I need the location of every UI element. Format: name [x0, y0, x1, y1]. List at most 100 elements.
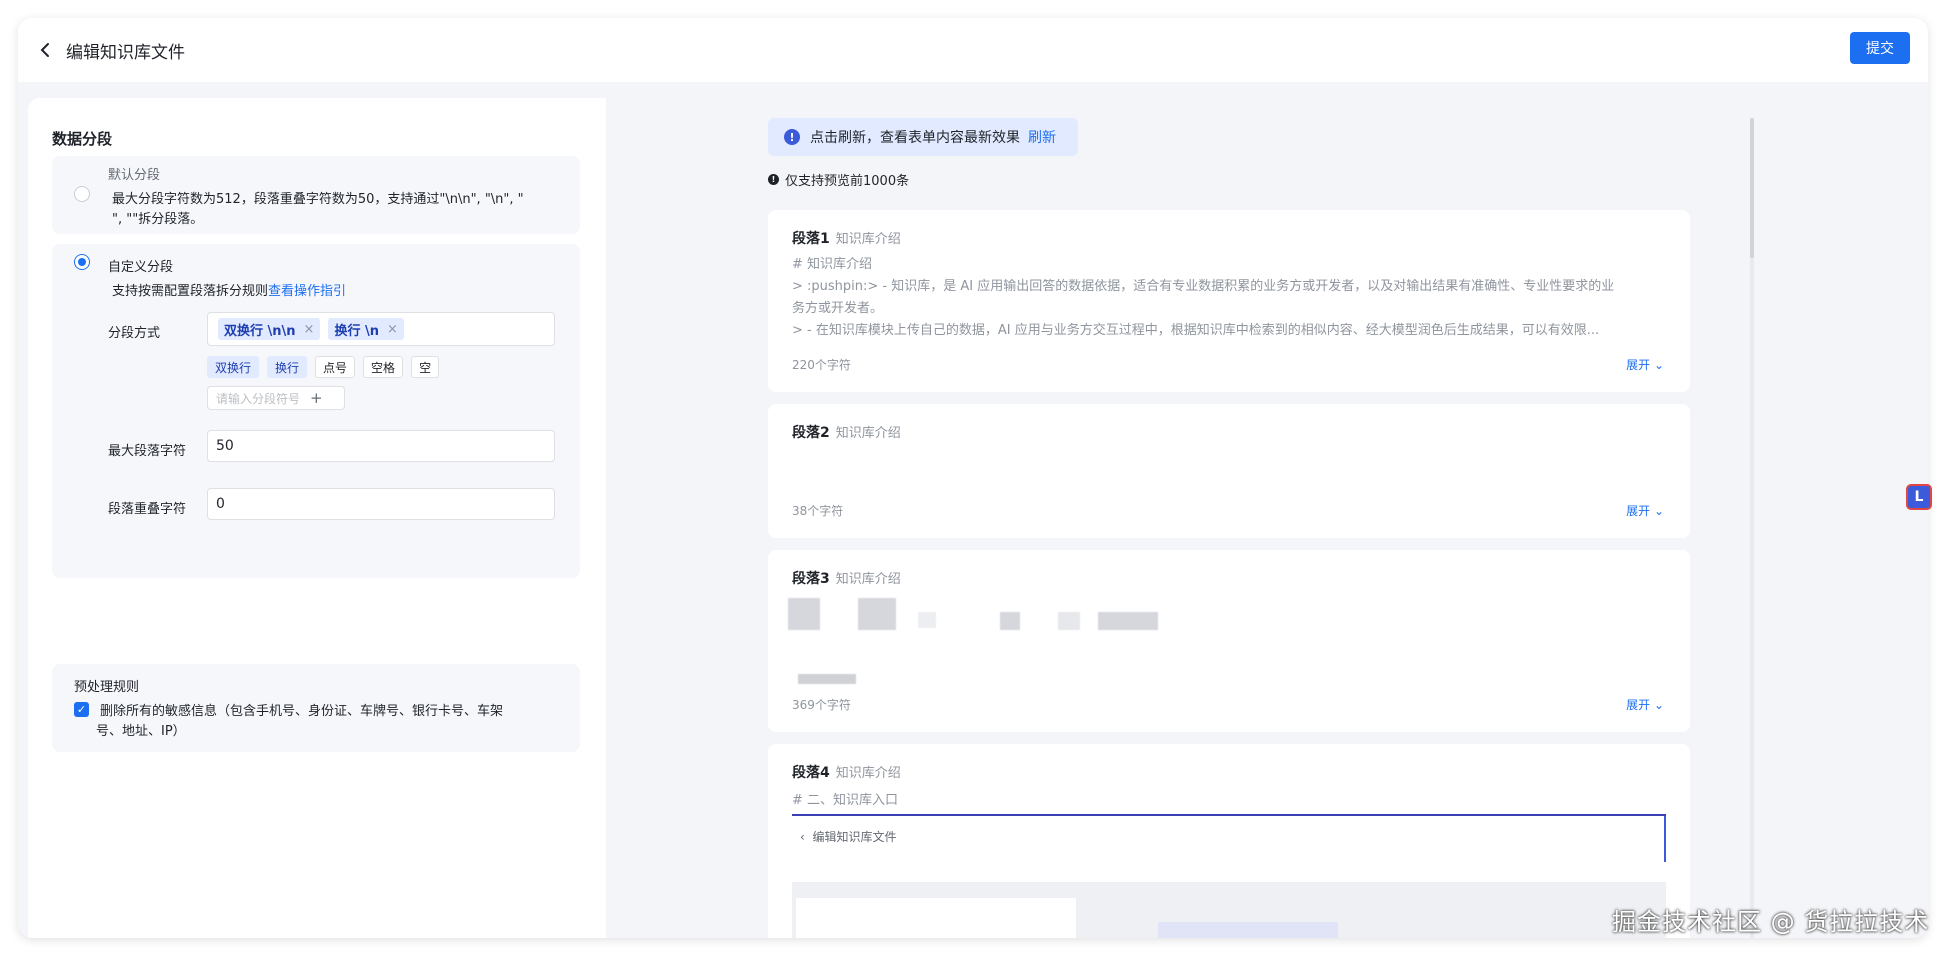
embedded-panel — [1158, 922, 1338, 938]
chip-period[interactable]: 点号 — [315, 356, 356, 378]
selected-tag-double-newline: 双换行 \n\n × — [218, 318, 321, 340]
preprocess-title: 预处理规则 — [74, 680, 140, 695]
preprocess-card: 预处理规则 ✓ 删除所有的敏感信息（包含手机号、身份证、车牌号、银行卡号、车架 … — [52, 664, 580, 752]
segment-header: 段落4 知识库介绍 — [792, 762, 901, 782]
segment-subtitle: 知识库介绍 — [835, 766, 901, 781]
segment-line: # 知识库介绍 — [792, 257, 873, 272]
check-icon[interactable]: ✓ — [74, 702, 89, 717]
separator-chip-list: 双换行 换行 点号 空格 空 — [207, 356, 447, 378]
default-segment-desc-1: 最大分段字符数为512，段落重叠字符数为50，支持通过"\n\n", "\n",… — [112, 192, 524, 207]
default-segment-desc-2: ", ""拆分段落。 — [112, 212, 204, 227]
segment-line: > :pushpin:> - 知识库，是 AI 应用输出回答的数据依据，适合有专… — [792, 279, 1615, 294]
segment-header: 段落3 知识库介绍 — [792, 568, 901, 588]
default-segment-card[interactable]: 默认分段 最大分段字符数为512，段落重叠字符数为50，支持通过"\n\n", … — [52, 156, 580, 234]
default-segment-radio[interactable] — [74, 186, 90, 202]
segment-char-count: 220个字符 — [792, 358, 851, 372]
max-chars-input[interactable]: 50 — [207, 430, 555, 462]
segment-title: 段落4 — [792, 765, 830, 781]
segment-content: # 知识库介绍 > :pushpin:> - 知识库，是 AI 应用输出回答的数… — [792, 254, 1666, 342]
overlap-chars-label: 段落重叠字符 — [108, 502, 187, 517]
info-icon: ! — [784, 129, 800, 145]
section-title: 数据分段 — [52, 130, 113, 148]
expand-button[interactable]: 展开 ⌄ — [1626, 502, 1664, 519]
guide-link[interactable]: 查看操作指引 — [268, 284, 346, 299]
default-segment-label: 默认分段 — [108, 168, 161, 183]
overlap-chars-input[interactable]: 0 — [207, 488, 555, 520]
segment-content: # 二、知识库入口 — [792, 790, 1666, 812]
chip-double-newline[interactable]: 双换行 — [207, 356, 260, 378]
segment-line: 务方或开发者。 — [792, 301, 884, 316]
segment-subtitle: 知识库介绍 — [835, 426, 901, 441]
custom-segment-radio[interactable] — [74, 254, 90, 270]
custom-segment-label: 自定义分段 — [108, 260, 174, 275]
floating-assistant-icon[interactable]: L — [1906, 484, 1932, 510]
segment-line: > - 在知识库模块上传自己的数据，AI 应用与业务方交互过程中，根据知识库中检… — [792, 323, 1600, 338]
embedded-screenshot-body — [792, 882, 1666, 938]
refresh-notice: ! 点击刷新，查看表单内容最新效果 刷新 — [768, 118, 1078, 156]
add-icon[interactable]: + — [310, 389, 323, 407]
blurred-text — [798, 674, 856, 684]
blurred-image — [788, 598, 820, 630]
segment-header: 段落1 知识库介绍 — [792, 228, 901, 248]
custom-segment-desc-text: 支持按需配置段落拆分规则 — [112, 284, 269, 299]
expand-label: 展开 — [1626, 698, 1651, 712]
custom-separator-placeholder: 请输入分段符号 — [216, 391, 301, 406]
refresh-link[interactable]: 刷新 — [1028, 127, 1056, 147]
chip-empty[interactable]: 空 — [411, 356, 440, 378]
blurred-image — [918, 612, 936, 628]
chip-newline[interactable]: 换行 — [267, 356, 308, 378]
embedded-title-text: 编辑知识库文件 — [812, 830, 897, 844]
preview-scrollbar[interactable] — [1750, 118, 1754, 938]
notice-text: 点击刷新，查看表单内容最新效果 — [810, 130, 1020, 146]
max-chars-label: 最大段落字符 — [108, 444, 187, 459]
segment-char-count: 369个字符 — [792, 698, 851, 712]
chip-space[interactable]: 空格 — [363, 356, 404, 378]
segment-subtitle: 知识库介绍 — [835, 572, 901, 587]
blurred-image — [1098, 612, 1158, 630]
custom-separator-input[interactable]: 请输入分段符号 + — [207, 386, 345, 410]
expand-button[interactable]: 展开 ⌄ — [1626, 356, 1664, 373]
custom-segment-desc: 支持按需配置段落拆分规则查看操作指引 — [112, 280, 346, 299]
chevron-left-icon[interactable] — [36, 40, 56, 60]
expand-label: 展开 — [1626, 358, 1651, 372]
expand-button[interactable]: 展开 ⌄ — [1626, 696, 1664, 713]
preview-note: ! 仅支持预览前1000条 — [768, 170, 909, 189]
segment-line: # 二、知识库入口 — [792, 793, 899, 808]
tag-close-icon[interactable]: × — [387, 322, 398, 337]
watermark: 掘金技术社区 @ 货拉拉技术 — [1612, 908, 1930, 936]
page-title: 编辑知识库文件 — [66, 43, 185, 63]
blurred-image — [858, 598, 896, 630]
app-window: 编辑知识库文件 提交 数据分段 默认分段 最大分段字符数为512，段落重叠字符数… — [18, 18, 1928, 938]
embedded-screenshot-header: ‹ 编辑知识库文件 — [792, 816, 1666, 862]
split-method-label: 分段方式 — [108, 326, 161, 341]
alert-icon: ! — [768, 174, 779, 185]
preprocess-rule-2: 号、地址、IP） — [96, 724, 186, 739]
custom-segment-card: 自定义分段 支持按需配置段落拆分规则查看操作指引 分段方式 双换行 \n\n × … — [52, 244, 580, 578]
segment-card-1: 段落1 知识库介绍 # 知识库介绍 > :pushpin:> - 知识库，是 AI… — [768, 210, 1690, 392]
segment-title: 段落3 — [792, 571, 830, 587]
segment-card-4: 段落4 知识库介绍 # 二、知识库入口 ‹ 编辑知识库文件 — [768, 744, 1690, 938]
expand-label: 展开 — [1626, 504, 1651, 518]
preprocess-rule-1: 删除所有的敏感信息（包含手机号、身份证、车牌号、银行卡号、车架 — [100, 704, 504, 719]
segment-card-2: 段落2 知识库介绍 38个字符 展开 ⌄ — [768, 404, 1690, 538]
split-method-select[interactable]: 双换行 \n\n × 换行 \n × — [207, 312, 555, 346]
scroll-thumb[interactable] — [1750, 118, 1754, 258]
segment-char-count: 38个字符 — [792, 504, 844, 518]
selected-tag-newline: 换行 \n × — [328, 318, 404, 340]
blurred-image — [1058, 612, 1080, 630]
segment-header: 段落2 知识库介绍 — [792, 422, 901, 442]
preview-panel: ! 点击刷新，查看表单内容最新效果 刷新 ! 仅支持预览前1000条 段落1 知识… — [606, 98, 1918, 938]
embedded-title: ‹ 编辑知识库文件 — [800, 830, 897, 844]
blurred-image — [1000, 612, 1020, 630]
submit-button[interactable]: 提交 — [1850, 32, 1910, 64]
tag-label: 换行 \n — [334, 323, 379, 339]
top-bar: 编辑知识库文件 提交 — [18, 18, 1928, 82]
segment-title: 段落2 — [792, 425, 830, 441]
segment-settings-panel: 数据分段 默认分段 最大分段字符数为512，段落重叠字符数为50，支持通过"\n… — [28, 98, 606, 938]
segment-title: 段落1 — [792, 231, 830, 247]
preview-note-text: 仅支持预览前1000条 — [785, 174, 910, 189]
segment-subtitle: 知识库介绍 — [835, 232, 901, 247]
tag-close-icon[interactable]: × — [304, 322, 315, 337]
tag-label: 双换行 \n\n — [224, 323, 296, 339]
embedded-panel — [796, 898, 1076, 938]
